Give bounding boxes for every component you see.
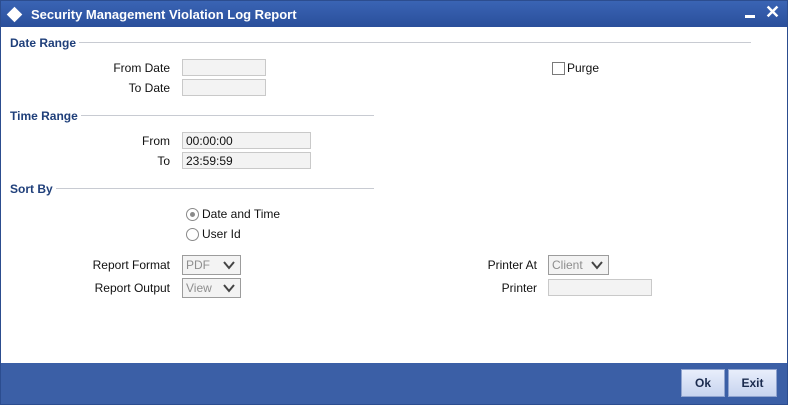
chevron-down-icon	[222, 258, 236, 272]
sort-date-time-label: Date and Time	[202, 207, 281, 221]
to-date-label: To Date	[128, 81, 170, 95]
purge-label: Purge	[567, 61, 600, 75]
printer-at-select[interactable]: Client	[548, 255, 609, 275]
date-range-heading: Date Range	[10, 36, 77, 50]
close-icon[interactable]: ✕	[765, 2, 780, 22]
exit-button[interactable]: Exit	[728, 369, 777, 397]
time-range-divider	[81, 115, 374, 116]
report-format-value: PDF	[186, 258, 210, 272]
from-time-label: From	[142, 134, 170, 148]
diamond-icon	[6, 6, 23, 23]
from-time-field[interactable]: 00:00:00	[182, 132, 311, 149]
from-date-label: From Date	[113, 61, 170, 75]
sort-by-divider	[56, 188, 374, 189]
report-format-select[interactable]: PDF	[182, 255, 241, 275]
ok-button[interactable]: Ok	[681, 369, 725, 397]
report-window: Security Management Violation Log Report…	[0, 0, 788, 405]
report-output-select[interactable]: View	[182, 278, 241, 298]
report-output-label: Report Output	[94, 281, 170, 295]
from-date-field[interactable]	[182, 59, 266, 76]
printer-field[interactable]	[548, 279, 652, 296]
to-time-field[interactable]: 23:59:59	[182, 152, 311, 169]
title-bar: Security Management Violation Log Report…	[1, 1, 787, 27]
window-title: Security Management Violation Log Report	[31, 7, 297, 22]
report-format-label: Report Format	[92, 258, 170, 272]
date-range-divider	[79, 42, 751, 43]
sort-date-time-radio[interactable]	[186, 208, 199, 221]
to-time-label: To	[157, 154, 170, 168]
minimize-icon[interactable]	[745, 15, 755, 18]
printer-at-value: Client	[552, 258, 583, 272]
time-range-heading: Time Range	[10, 109, 78, 123]
footer-bar: Ok Exit	[1, 363, 787, 404]
printer-label: Printer	[501, 281, 537, 295]
sort-user-id-label: User Id	[202, 227, 241, 241]
to-date-field[interactable]	[182, 79, 266, 96]
report-output-value: View	[186, 281, 212, 295]
purge-checkbox[interactable]	[552, 62, 565, 75]
sort-by-heading: Sort By	[10, 182, 53, 196]
chevron-down-icon	[590, 258, 604, 272]
printer-at-label: Printer At	[487, 258, 537, 272]
sort-user-id-radio[interactable]	[186, 228, 199, 241]
chevron-down-icon	[222, 281, 236, 295]
